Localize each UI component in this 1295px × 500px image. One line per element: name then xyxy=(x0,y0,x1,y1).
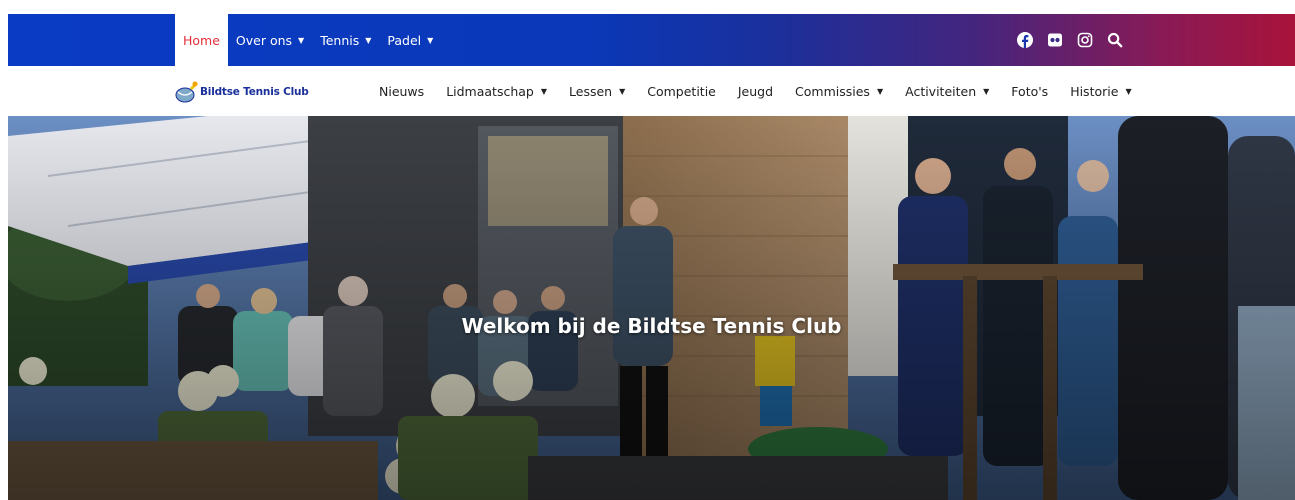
nav-item-lidmaatschap[interactable]: Lidmaatschap ▼ xyxy=(435,84,558,99)
top-nav-label: Padel xyxy=(387,32,422,48)
top-nav-home[interactable]: Home xyxy=(175,14,228,66)
nav-item-jeugd[interactable]: Jeugd xyxy=(727,84,784,99)
nav-item-commissies[interactable]: Commissies ▼ xyxy=(784,84,894,99)
nav-item-label: Foto's xyxy=(1011,83,1049,99)
top-nav-label: Over ons xyxy=(235,32,293,48)
social-icons xyxy=(1016,14,1124,66)
top-nav-label: Tennis xyxy=(320,32,360,48)
top-nav-over-ons[interactable]: Over ons ▼ xyxy=(228,14,312,66)
nav-item-lessen[interactable]: Lessen ▼ xyxy=(558,84,636,99)
tennis-ball-logo-icon xyxy=(174,80,200,104)
top-nav-label: Home xyxy=(183,32,220,48)
nav-item-label: Lessen xyxy=(569,83,613,99)
page: Home Over ons ▼ Tennis ▼ Padel ▼ Bildtse… xyxy=(0,0,1295,500)
nav-item-nieuws[interactable]: Nieuws xyxy=(368,84,435,99)
nav-item-fotos[interactable]: Foto's xyxy=(1000,84,1059,99)
nav-item-label: Nieuws xyxy=(379,83,425,99)
caret-down-icon: ▼ xyxy=(365,35,372,45)
header: Bildtse Tennis Club Nieuws Lidmaatschap … xyxy=(8,66,1295,116)
nav-item-label: Lidmaatschap xyxy=(446,83,534,99)
hero-title: Welkom bij de Bildtse Tennis Club xyxy=(461,314,842,338)
top-bar: Home Over ons ▼ Tennis ▼ Padel ▼ xyxy=(8,14,1295,66)
nav-item-label: Jeugd xyxy=(737,83,774,99)
caret-down-icon: ▼ xyxy=(427,35,434,45)
caret-down-icon: ▼ xyxy=(983,86,990,96)
nav-item-label: Commissies xyxy=(795,83,870,99)
site-logo[interactable]: Bildtse Tennis Club xyxy=(174,77,314,107)
nav-item-historie[interactable]: Historie ▼ xyxy=(1059,84,1142,99)
caret-down-icon: ▼ xyxy=(298,35,305,45)
hero-banner: Welkom bij de Bildtse Tennis Club xyxy=(8,116,1295,500)
nav-item-label: Competitie xyxy=(647,83,716,99)
caret-down-icon: ▼ xyxy=(876,86,884,96)
logo-text: Bildtse Tennis Club xyxy=(200,86,309,98)
main-nav: Nieuws Lidmaatschap ▼ Lessen ▼ Competiti… xyxy=(368,66,1143,116)
search-icon[interactable] xyxy=(1106,31,1124,49)
facebook-icon[interactable] xyxy=(1016,31,1034,49)
nav-item-label: Historie xyxy=(1070,83,1119,99)
top-nav-padel[interactable]: Padel ▼ xyxy=(379,14,441,66)
nav-item-activiteiten[interactable]: Activiteiten ▼ xyxy=(894,84,1000,99)
top-nav: Home Over ons ▼ Tennis ▼ Padel ▼ xyxy=(175,14,441,66)
top-nav-tennis[interactable]: Tennis ▼ xyxy=(312,14,379,66)
hero-photo xyxy=(8,116,1295,500)
nav-item-competitie[interactable]: Competitie xyxy=(636,84,727,99)
caret-down-icon: ▼ xyxy=(540,86,548,96)
nav-item-label: Activiteiten xyxy=(905,83,977,99)
caret-down-icon: ▼ xyxy=(619,86,626,96)
instagram-icon[interactable] xyxy=(1076,31,1094,49)
caret-down-icon: ▼ xyxy=(1125,86,1132,96)
flickr-icon[interactable] xyxy=(1046,31,1064,49)
